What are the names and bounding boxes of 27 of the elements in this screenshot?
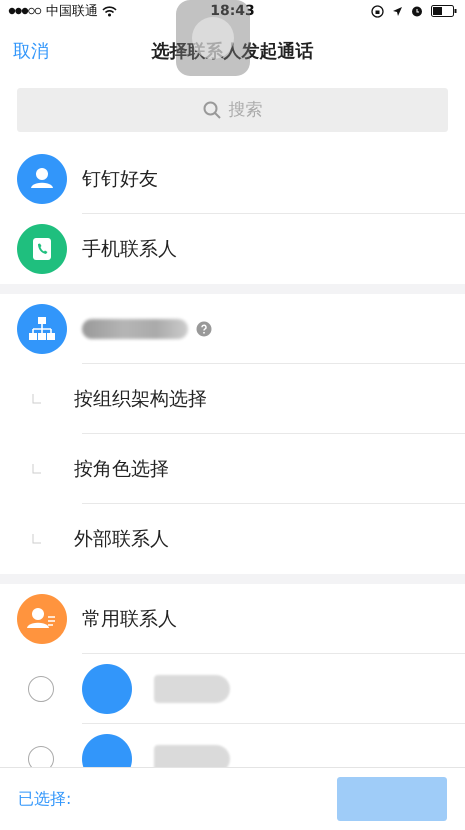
wifi-icon <box>102 6 117 16</box>
org-chart-icon <box>17 304 67 354</box>
battery-icon <box>431 5 458 17</box>
phone-icon <box>17 224 67 274</box>
branch-icon <box>32 464 42 474</box>
radio-button[interactable] <box>28 676 54 702</box>
list-item[interactable]: 按角色选择 <box>0 434 465 504</box>
contact-card-icon <box>17 594 67 644</box>
alarm-icon <box>411 5 424 17</box>
list-item[interactable]: 外部联系人 <box>0 504 465 574</box>
signal-icon <box>8 7 42 15</box>
page-title: 选择联系人发起通话 <box>152 41 314 62</box>
carrier-name: 中国联通 <box>46 3 98 20</box>
avatar-icon <box>82 664 132 714</box>
branch-icon <box>32 534 42 544</box>
status-time: 18:43 <box>210 3 255 19</box>
person-icon <box>17 154 67 204</box>
help-icon[interactable] <box>196 321 212 337</box>
branch-icon <box>32 394 42 404</box>
search-field[interactable]: 搜索 <box>17 88 448 132</box>
selected-label: 已选择: <box>18 788 72 810</box>
list-item[interactable]: 手机联系人 <box>0 214 465 284</box>
list-item[interactable]: 按组织架构选择 <box>0 364 465 434</box>
list-item[interactable]: 钉钉好友 <box>0 144 465 214</box>
list-item[interactable]: 常用联系人 <box>0 584 465 654</box>
location-icon <box>392 6 404 16</box>
rotation-lock-icon <box>371 4 384 18</box>
